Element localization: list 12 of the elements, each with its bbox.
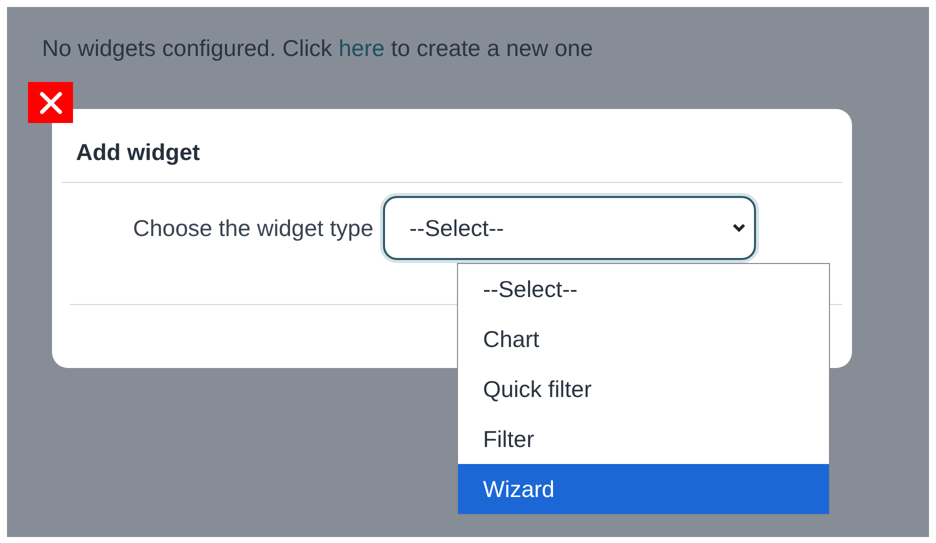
dropdown-option[interactable]: Chart: [458, 314, 829, 364]
widget-type-select[interactable]: --Select--: [383, 196, 756, 260]
dropdown-option[interactable]: Wizard: [458, 464, 829, 514]
empty-message: No widgets configured. Click here to create a new one: [42, 35, 594, 62]
chevron-icon: [732, 223, 746, 233]
dropdown-option[interactable]: Filter: [458, 414, 829, 464]
close-icon: [38, 90, 62, 114]
close-button[interactable]: [28, 82, 73, 123]
field-label: Choose the widget type: [133, 214, 374, 242]
dialog-title: Add widget: [75, 138, 201, 167]
dropdown-option[interactable]: --Select--: [458, 264, 829, 314]
dropdown-option[interactable]: Quick filter: [458, 364, 829, 414]
